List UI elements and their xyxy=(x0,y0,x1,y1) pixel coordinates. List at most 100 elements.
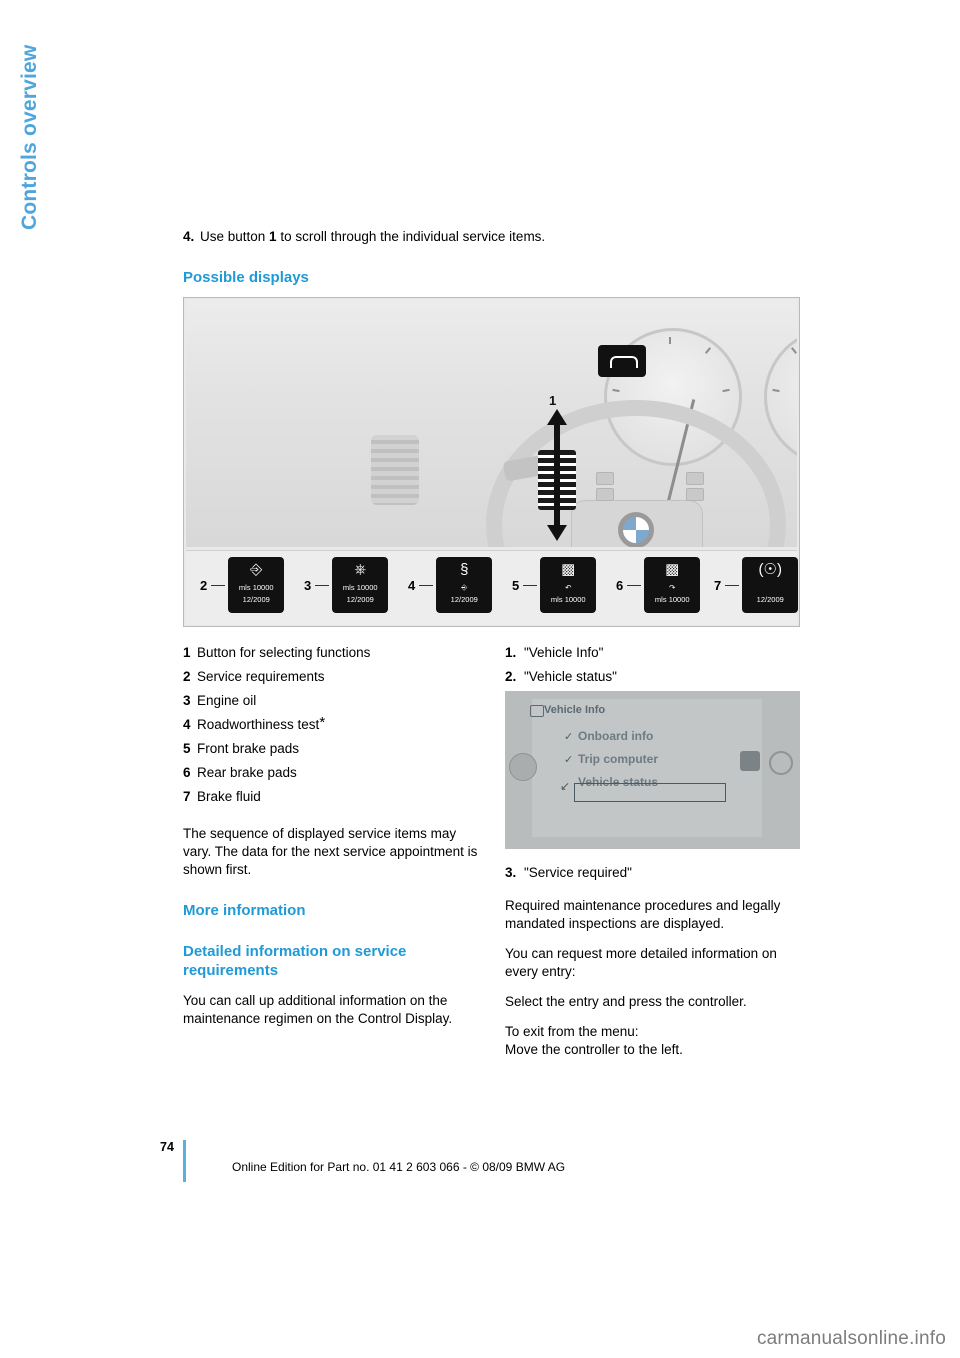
roadworthiness-icon: § xyxy=(460,561,469,578)
step-number: 4. xyxy=(183,229,195,244)
strip-item-2: 2 ⎆ mls 10000 12/2009 xyxy=(200,557,285,613)
left-column: 1 Button for selecting functions 2 Servi… xyxy=(183,641,483,1059)
bmw-logo-icon xyxy=(618,512,654,547)
control-display-screenshot: Vehicle Info Onboard info ✓ Trip compute… xyxy=(505,691,800,849)
page-number: 74 xyxy=(160,1140,174,1154)
service-requirements-chip: ⎆ mls 10000 12/2009 xyxy=(228,557,285,613)
legend-item: 2 Service requirements xyxy=(183,665,483,689)
legend-label: Engine oil xyxy=(197,693,257,708)
watermark: carmanualsonline.info xyxy=(756,1328,946,1349)
strip-item-4: 4 § ⎆ 12/2009 xyxy=(408,557,493,613)
heading-detailed-info: Detailed information on service requirem… xyxy=(183,942,483,980)
back-arrow-icon: ↙ xyxy=(560,779,571,793)
step-item: 4. Use button 1 to scroll through the in… xyxy=(183,228,800,246)
wheel-button-right-2 xyxy=(686,488,704,501)
step-text-after: to scroll through the individual service… xyxy=(276,229,546,244)
legend-number: 5 xyxy=(183,741,191,756)
arrow-down-icon xyxy=(547,525,567,541)
arrow-stem xyxy=(554,425,560,525)
item-number: 2. xyxy=(505,669,517,684)
strip-number: 5 xyxy=(512,577,520,593)
item-label: "Service required" xyxy=(524,865,632,880)
selection-highlight xyxy=(574,783,726,802)
two-column-body: 1 Button for selecting functions 2 Servi… xyxy=(183,641,800,1059)
heading-more-information: More information xyxy=(183,902,306,919)
arrow-up-icon xyxy=(547,409,567,425)
wheel-button-right-1 xyxy=(686,472,704,485)
footer-text: Online Edition for Part no. 01 41 2 603 … xyxy=(232,1160,566,1174)
display-button-round[interactable] xyxy=(769,751,793,775)
chip-line1: ⎆ xyxy=(461,583,468,592)
chip-line1: ↷ xyxy=(669,583,676,592)
legend-label: Roadworthiness test* xyxy=(197,713,326,733)
legend-item: 7 Brake fluid xyxy=(183,785,483,809)
step-text-before: Use button xyxy=(200,229,270,244)
step-text: Use button 1 to scroll through the indiv… xyxy=(200,228,800,246)
brake-fluid-chip: (☉) 12/2009 xyxy=(742,557,799,613)
roadworthiness-chip: § ⎆ 12/2009 xyxy=(436,557,493,613)
chip-line2: 12/2009 xyxy=(756,595,784,604)
check-icon: ✓ xyxy=(564,731,574,743)
illustration-instrument-cluster: 1 1 2 ⎆ mls 10000 12/2009 xyxy=(183,297,800,627)
document-page: Controls overview 4. Use button 1 to scr… xyxy=(0,0,960,1358)
item-number: 1. xyxy=(505,645,517,660)
strip-item-6: 6 ▩ ↷ mls 10000 xyxy=(616,557,701,613)
legend-number: 7 xyxy=(183,789,191,804)
legend-number: 6 xyxy=(183,765,191,780)
front-brake-pads-icon: ▩ xyxy=(561,561,576,578)
legend-item: 5 Front brake pads xyxy=(183,737,483,761)
strip-number: 7 xyxy=(714,577,722,593)
arrow-label-top: 1 xyxy=(549,393,557,408)
info-screen-icon xyxy=(530,705,544,717)
chip-line2: mls 10000 xyxy=(654,595,690,604)
chip-line2: 12/2009 xyxy=(242,595,270,604)
chip-line1: mls 10000 xyxy=(342,583,378,592)
check-icon: ✓ xyxy=(564,754,574,766)
legend-label: Button for selecting functions xyxy=(197,645,371,660)
rear-brake-pads-chip: ▩ ↷ mls 10000 xyxy=(644,557,701,613)
footer-rule xyxy=(183,1140,186,1182)
strip-item-5: 5 ▩ ↶ mls 10000 xyxy=(512,557,597,613)
oil-can-icon: ⎈ xyxy=(354,561,367,578)
air-vent xyxy=(371,435,419,505)
engine-oil-chip: ⎈ mls 10000 12/2009 xyxy=(332,557,389,613)
legend-label: Service requirements xyxy=(197,669,325,684)
controller-knob[interactable] xyxy=(509,753,537,781)
legend-number: 4 xyxy=(183,717,191,732)
chip-line1: ↶ xyxy=(565,583,572,592)
arrow-label-bottom: 1 xyxy=(549,544,556,547)
chip-line1: mls 10000 xyxy=(238,583,274,592)
legend-label: Front brake pads xyxy=(197,741,300,756)
display-button-square[interactable] xyxy=(740,751,760,771)
control-display-screen: Vehicle Info Onboard info ✓ Trip compute… xyxy=(530,699,762,837)
heading-detailed-info-line2: requirements xyxy=(183,962,279,979)
control-display-title: Vehicle Info xyxy=(530,704,605,717)
legend-label: Brake fluid xyxy=(197,789,261,804)
tachometer-gauge xyxy=(764,328,797,466)
right-paragraph-1: Required maintenance procedures and lega… xyxy=(505,898,781,931)
legend-number: 2 xyxy=(183,669,191,684)
service-icons-strip: 2 ⎆ mls 10000 12/2009 3 ⎈ mls 10000 12/2… xyxy=(186,550,799,625)
wheel-button-left-2 xyxy=(596,488,614,501)
item-number: 3. xyxy=(505,865,517,880)
item-label: "Vehicle status" xyxy=(524,669,617,684)
numbered-item: 3. "Service required" xyxy=(505,861,800,885)
heading-detailed-info-line1: Detailed information on service xyxy=(183,943,407,960)
menu-item-onboard-info[interactable]: Onboard info xyxy=(578,729,653,743)
right-paragraph-3: Select the entry and press the controlle… xyxy=(505,994,747,1009)
page-content: 4. Use button 1 to scroll through the in… xyxy=(183,228,800,1059)
legend-number: 1 xyxy=(183,645,191,660)
legend-item: 3 Engine oil xyxy=(183,689,483,713)
step-bold-ref: 1 xyxy=(269,229,277,244)
right-column: 1. "Vehicle Info" 2. "Vehicle status" Ve… xyxy=(505,641,800,1059)
wheel-button-left-1 xyxy=(596,472,614,485)
cluster-display-icon xyxy=(598,345,646,377)
side-tab-controls-overview: Controls overview xyxy=(18,0,42,230)
strip-number: 6 xyxy=(616,577,624,593)
chip-line2: mls 10000 xyxy=(550,595,586,604)
footnote-star: * xyxy=(319,713,326,731)
chip-line2: 12/2009 xyxy=(346,595,374,604)
menu-item-trip-computer[interactable]: Trip computer xyxy=(578,752,658,766)
sequence-note: The sequence of displayed service items … xyxy=(183,826,478,877)
numbered-item: 1. "Vehicle Info" xyxy=(505,641,800,665)
